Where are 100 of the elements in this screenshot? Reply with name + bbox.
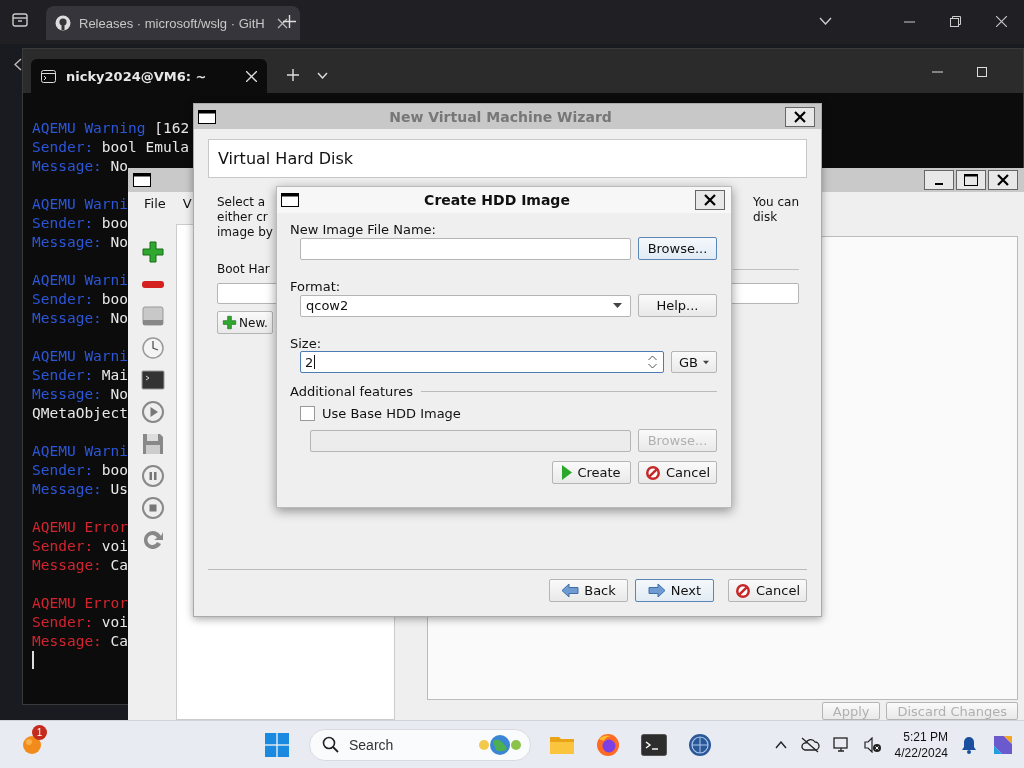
terminal-line: Sender: boo [32,214,128,233]
browse-button[interactable]: Browse... [638,237,717,260]
close-button[interactable] [695,190,725,210]
window-icon [133,173,151,187]
field-label: New Image File Name: [290,222,437,237]
cancel-button[interactable]: Cancel [638,461,717,484]
terminal-line: Sender: bool Emula [32,138,190,157]
terminal-line: Message: No [32,309,128,328]
play-icon[interactable] [141,400,165,424]
terminal-line: Sender: Mai [32,366,128,385]
minimize-icon [935,183,943,185]
dialog-title: Create HDD Image [423,192,571,208]
browser-tab[interactable]: Releases · microsoft/wslg · GitH [46,6,300,40]
wizard-button[interactable]: Next [635,579,714,602]
field-label: Format: [290,279,342,294]
terminal-line: AQEMU Warni [32,195,129,214]
cancel-icon [645,464,661,481]
close-button[interactable] [988,170,1018,190]
terminal-line: QMetaObject [32,404,129,423]
clock-icon[interactable] [141,336,165,360]
new-button[interactable]: New. [217,311,273,334]
search-field[interactable]: Search [309,728,531,761]
notification-badge: 1 [32,725,47,740]
terminal-line: Message: No [32,385,128,404]
group-label: Additional features [290,384,414,399]
menu-item[interactable]: File [144,195,166,211]
new-tab-icon[interactable] [283,15,296,28]
close-icon[interactable] [996,16,1007,27]
wizard-button[interactable]: Cancel [728,579,807,602]
search-icon [322,736,339,753]
terminal-line: Message: No [32,233,128,252]
volume-muted-icon[interactable] [863,736,882,753]
back-icon[interactable] [14,58,22,71]
terminal-line: Sender: voi [32,613,128,632]
base-image-field[interactable] [310,429,631,452]
firefox-icon[interactable] [595,731,621,758]
create-button[interactable]: Create [552,461,631,484]
cloud-icon[interactable] [799,736,820,753]
file-name-field[interactable] [300,237,631,260]
minimize-button[interactable] [924,170,954,190]
maximize-icon [964,174,978,186]
new-tab-icon[interactable] [287,69,299,81]
stop-icon[interactable] [141,496,165,520]
window-icon [281,193,299,207]
network-icon[interactable] [832,736,851,753]
left-arrow-icon [561,583,580,598]
format-dropdown[interactable]: qcow2 [300,294,631,317]
maximize-button[interactable] [956,170,986,190]
terminal-line: AQEMU Warni [32,442,129,461]
intro-text: either cr [217,210,268,225]
chevron-down-icon[interactable] [819,17,832,25]
chevron-up-icon[interactable] [774,740,787,749]
dropdown-arrow-icon [613,303,622,308]
checkbox[interactable] [300,406,315,421]
close-icon[interactable] [277,17,288,29]
plus-icon[interactable] [141,240,165,264]
tab-list-icon[interactable] [12,13,28,27]
terminal-line: Message: Ca [32,632,128,651]
text-cursor [32,651,34,669]
intro-text: image by [217,225,273,240]
size-spinbox[interactable]: 2 [300,351,664,373]
terminal-icon[interactable] [641,733,667,756]
play-icon [562,465,573,480]
globe-icon[interactable] [687,731,713,758]
chevron-down-icon[interactable] [317,72,328,79]
bell-icon[interactable] [961,735,977,754]
terminal-tab[interactable]: nicky2024@VM6: ~ [31,59,267,93]
terminal-line: Sender: boo [32,461,128,480]
pause-icon[interactable] [141,464,165,488]
maximize-icon[interactable] [977,67,987,77]
terminal-line: Sender: boo [32,290,128,309]
cancel-icon [735,582,751,599]
close-icon [704,194,716,206]
help-button[interactable]: Help... [638,294,717,317]
term-icon[interactable] [141,368,165,392]
restore-icon[interactable] [950,16,961,27]
terminal-line: Message: No [32,157,128,176]
unit-dropdown[interactable]: GB [671,351,717,373]
clock-date[interactable]: 4/22/2024 [894,744,948,761]
terminal-line: AQEMU Error [32,594,129,613]
terminal-line: AQEMU Error [32,518,129,537]
right-arrow-icon [647,583,666,598]
terminal-icon [41,69,56,83]
terminal-line: AQEMU Warni [32,347,129,366]
menu-item[interactable]: V [182,195,192,211]
terminal-line: AQEMU Warni [32,271,129,290]
terminal-line: Sender: voi [32,537,128,556]
plus-icon [222,315,238,330]
reload-icon[interactable] [141,528,165,552]
window-title: New Virtual Machine Wizard [388,108,613,125]
terminal-line: Message: Ca [32,556,128,575]
close-button[interactable] [785,106,815,127]
save-icon[interactable] [141,432,165,456]
windows-start-icon[interactable] [265,732,289,757]
intro-text: You can [752,195,799,210]
close-icon[interactable] [246,70,257,82]
clock-time[interactable]: 5:21 PM [903,728,948,745]
github-icon [55,15,71,31]
checkbox-label[interactable]: Use Base HDD Image [322,406,461,421]
wizard-button[interactable]: Back [549,579,628,602]
